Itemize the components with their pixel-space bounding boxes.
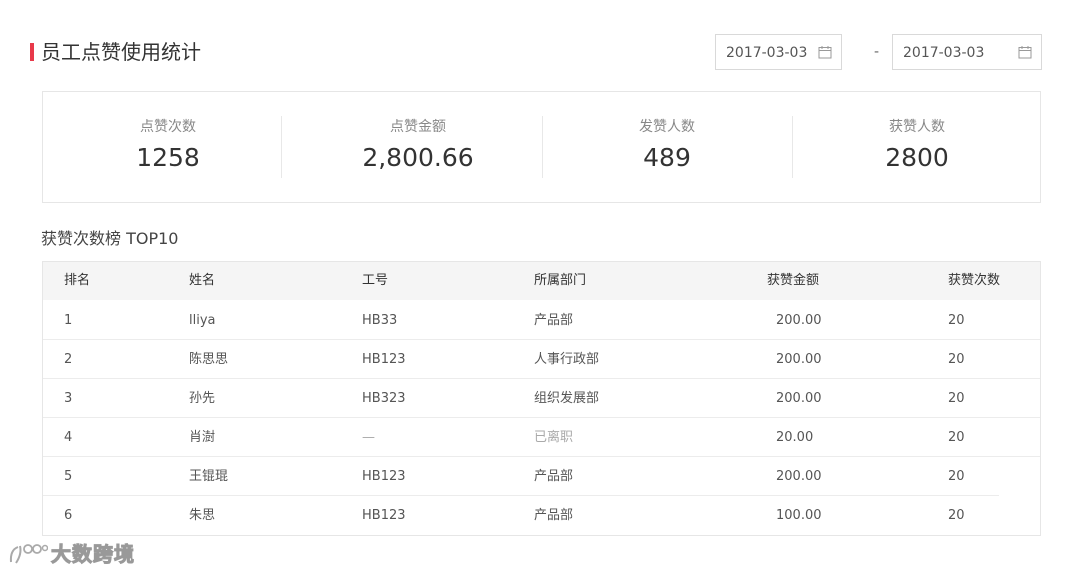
stat-giver-count: 发赞人数 489 (542, 116, 792, 180)
column-header-rank[interactable]: 排名 (64, 271, 90, 291)
cell-employee-id: HB123 (362, 352, 406, 367)
end-date-picker[interactable]: 2017-03-03 (892, 34, 1042, 70)
cell-count: 20 (948, 313, 965, 328)
stat-like-amount: 点赞金额 2,800.66 (293, 116, 543, 180)
table-row[interactable]: 5 王锟琨 HB123 产品部 200.00 20 (43, 457, 1040, 496)
page-title: 员工点赞使用统计 (41, 40, 201, 64)
stat-label: 发赞人数 (639, 119, 695, 135)
cell-employee-id: HB323 (362, 391, 406, 406)
cell-department: 组织发展部 (534, 391, 600, 406)
cell-name: 王锟琨 (189, 469, 229, 484)
stat-receiver-count: 获赞人数 2800 (792, 116, 1042, 180)
stat-divider (281, 116, 282, 178)
cell-count: 20 (948, 508, 965, 523)
cell-count: 20 (948, 469, 965, 484)
column-header-amount[interactable]: 获赞金额 (767, 271, 819, 291)
column-header-name[interactable]: 姓名 (189, 271, 215, 291)
table-header: 排名 姓名 工号 所属部门 获赞金额 获赞次数 (43, 262, 1040, 300)
calendar-icon (818, 46, 832, 59)
table-row[interactable]: 3 孙先 HB323 组织发展部 200.00 20 (43, 379, 1040, 418)
stat-label: 点赞次数 (140, 119, 196, 135)
cell-amount: 200.00 (776, 313, 822, 328)
cell-name: 肖澍 (189, 430, 216, 445)
stat-like-count: 点赞次数 1258 (43, 116, 293, 180)
logo-icon (9, 544, 48, 564)
cell-rank: 4 (64, 430, 73, 445)
stat-value: 489 (643, 143, 691, 172)
start-date-picker[interactable]: 2017-03-03 (715, 34, 842, 70)
table-row[interactable]: 2 陈思思 HB123 人事行政部 200.00 20 (43, 340, 1040, 379)
date-range-separator: - (874, 44, 880, 60)
cell-employee-id: HB123 (362, 469, 406, 484)
column-header-employee-id[interactable]: 工号 (362, 271, 388, 291)
cell-name: lliya (189, 313, 216, 328)
column-header-count[interactable]: 获赞次数 (948, 271, 1000, 291)
end-date-value: 2017-03-03 (903, 45, 985, 61)
cell-department: 产品部 (534, 469, 574, 484)
cell-count: 20 (948, 352, 965, 367)
cell-count: 20 (948, 430, 965, 445)
stat-label: 点赞金额 (390, 119, 446, 135)
cell-rank: 5 (64, 469, 73, 484)
table-row[interactable]: 1 lliya HB33 产品部 200.00 20 (43, 301, 1040, 340)
stat-label: 获赞人数 (889, 119, 945, 135)
table-row[interactable]: 4 肖澍 — 已离职 20.00 20 (43, 418, 1040, 457)
table-row[interactable]: 6 朱思 HB123 产品部 100.00 20 (43, 496, 1040, 535)
stats-summary-panel: 点赞次数 1258 点赞金额 2,800.66 发赞人数 489 获赞人数 28… (42, 91, 1041, 203)
cell-rank: 1 (64, 313, 73, 328)
cell-department: 产品部 (534, 508, 574, 523)
ranking-title: 获赞次数榜 TOP10 (41, 229, 179, 248)
cell-name: 陈思思 (189, 352, 229, 367)
cell-employee-id: — (362, 430, 375, 445)
cell-employee-id: HB33 (362, 313, 398, 328)
column-header-department[interactable]: 所属部门 (534, 271, 586, 291)
stat-value: 2,800.66 (362, 143, 474, 172)
cell-department: 人事行政部 (534, 352, 600, 367)
title-accent-bar (30, 43, 34, 61)
watermark-text: 大数跨境 (51, 542, 135, 567)
calendar-icon (1018, 46, 1032, 59)
stat-value: 1258 (136, 143, 200, 172)
ranking-table: 排名 姓名 工号 所属部门 获赞金额 获赞次数 1 lliya HB33 产品部… (42, 261, 1041, 536)
cell-name: 孙先 (189, 391, 216, 406)
cell-employee-id: HB123 (362, 508, 406, 523)
cell-department: 产品部 (534, 313, 574, 328)
start-date-value: 2017-03-03 (726, 45, 808, 61)
cell-rank: 3 (64, 391, 73, 406)
cell-amount: 200.00 (776, 391, 822, 406)
cell-department: 已离职 (534, 430, 574, 445)
cell-amount: 20.00 (776, 430, 814, 445)
stat-value: 2800 (885, 143, 949, 172)
cell-amount: 200.00 (776, 469, 822, 484)
cell-amount: 100.00 (776, 508, 822, 523)
cell-rank: 2 (64, 352, 73, 367)
cell-amount: 200.00 (776, 352, 822, 367)
cell-name: 朱思 (189, 508, 216, 523)
cell-count: 20 (948, 391, 965, 406)
page-header: 员工点赞使用统计 2017-03-03 - 2017-03-03 (30, 34, 1042, 70)
cell-rank: 6 (64, 508, 73, 523)
